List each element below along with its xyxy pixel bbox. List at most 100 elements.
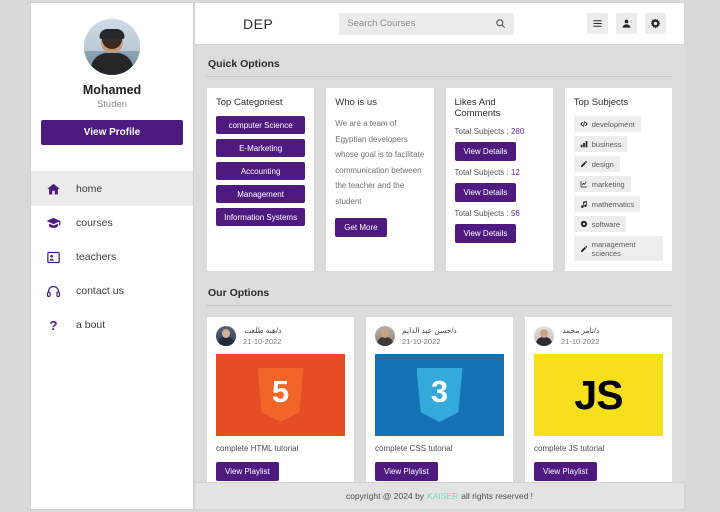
- content-area: Quick Options Top Categoriest computer S…: [194, 45, 685, 482]
- card-title: Who is us: [335, 97, 377, 108]
- card-author-row: د/هبة طلعت 21-10-2022: [216, 326, 345, 346]
- sidebar-item-about[interactable]: ? a bout: [31, 308, 193, 342]
- view-playlist-button[interactable]: View Playlist: [216, 462, 279, 481]
- sidebar-item-label: teachers: [76, 251, 117, 263]
- teacher-board-icon: [45, 249, 62, 266]
- tag-label: development: [591, 119, 635, 129]
- profile-role: Studen: [96, 99, 128, 110]
- profile-name: Mohamed: [82, 83, 142, 97]
- stat-value: 56: [510, 209, 520, 218]
- quick-options-cards: Top Categoriest computer Science E-Marke…: [206, 87, 673, 272]
- likes-and-comments-card: Likes And Comments Total Subjects : 280 …: [444, 87, 554, 272]
- tag-label: business: [591, 139, 622, 149]
- profile-block: Mohamed Studen View Profile: [31, 3, 193, 159]
- sidebar-item-courses[interactable]: courses: [31, 206, 193, 240]
- sidebar-nav: home courses teachers contact us ? a bou…: [31, 171, 193, 342]
- stat-label: Total Subjects :: [454, 168, 511, 177]
- course-title: complete JS tutorial: [534, 444, 605, 453]
- view-playlist-button[interactable]: View Playlist: [534, 462, 597, 481]
- category-button[interactable]: computer Science: [216, 116, 306, 134]
- menu-toggle-button[interactable]: [587, 13, 608, 34]
- subject-tag-management-sciences[interactable]: management sciences: [573, 236, 663, 261]
- view-details-button[interactable]: View Details: [454, 224, 517, 243]
- avatar: [216, 326, 236, 346]
- thumb-label: 3: [430, 374, 449, 409]
- subject-tag-list: development business design marketing ma…: [573, 116, 663, 261]
- sidebar-item-label: a bout: [76, 319, 106, 331]
- html5-logo-icon: 5: [216, 354, 345, 436]
- thumb-label: JS: [574, 371, 623, 418]
- publish-date: 21-10-2022: [243, 337, 282, 346]
- avatar: [84, 19, 140, 75]
- our-options-title: Our Options: [206, 284, 673, 306]
- stat-row: Total Subjects : 56: [455, 209, 544, 218]
- card-author-row: د/تامر محمد 21-10-2022: [534, 326, 663, 346]
- pencil-icon: [580, 245, 588, 253]
- javascript-logo-icon: JS: [534, 354, 663, 436]
- bar-chart-icon: [580, 140, 588, 148]
- subject-tag-mathematics[interactable]: mathematics: [573, 196, 641, 212]
- card-title: Top Subjects: [573, 97, 629, 108]
- sidebar-item-home[interactable]: home: [31, 172, 193, 206]
- quick-options-title: Quick Options: [206, 55, 673, 77]
- view-details-button[interactable]: View Details: [454, 183, 517, 202]
- footer: copyright @ 2024 by KAISER all rights re…: [194, 482, 685, 510]
- card-title: Likes And Comments: [454, 97, 501, 119]
- top-subjects-card: Top Subjects development business design…: [563, 87, 673, 272]
- sidebar-item-contact-us[interactable]: contact us: [31, 274, 193, 308]
- category-button[interactable]: E-Marketing: [216, 139, 306, 157]
- line-chart-icon: [580, 180, 588, 188]
- sidebar-item-teachers[interactable]: teachers: [31, 240, 193, 274]
- profile-button[interactable]: [616, 13, 637, 34]
- header-actions: [587, 13, 666, 34]
- search-input[interactable]: [347, 18, 496, 29]
- top-header: DEP: [194, 2, 685, 45]
- subject-tag-marketing[interactable]: marketing: [573, 176, 631, 192]
- stat-row: Total Subjects : 12: [455, 168, 544, 177]
- code-icon: [579, 120, 588, 128]
- author-name: د/تامر محمد: [562, 326, 600, 335]
- who-is-us-text: We are a team of Egyptian developers who…: [335, 119, 425, 206]
- graduation-cap-icon: [45, 215, 62, 232]
- subject-tag-software[interactable]: software: [573, 216, 627, 232]
- subject-tag-design[interactable]: design: [573, 156, 620, 172]
- view-profile-button[interactable]: View Profile: [41, 120, 183, 145]
- subject-tag-business[interactable]: business: [573, 136, 628, 152]
- category-button[interactable]: Accounting: [216, 162, 306, 180]
- get-more-button[interactable]: Get More: [335, 217, 387, 237]
- option-card-html: د/هبة طلعت 21-10-2022 5 complete HTML tu…: [206, 316, 355, 482]
- stat-label: Total Subjects :: [454, 209, 511, 218]
- category-button[interactable]: Management: [216, 185, 306, 203]
- card-title: Top Categoriest: [216, 97, 283, 108]
- view-playlist-button[interactable]: View Playlist: [375, 462, 438, 481]
- view-details-button[interactable]: View Details: [454, 142, 517, 161]
- app-root: Mohamed Studen View Profile home courses: [0, 0, 720, 512]
- gear-icon: [580, 220, 588, 228]
- subject-tag-development[interactable]: development: [573, 116, 641, 132]
- tag-label: software: [591, 219, 621, 229]
- stat-label: Total Subjects :: [454, 127, 511, 136]
- svg-text:?: ?: [49, 318, 57, 333]
- option-card-js: د/تامر محمد 21-10-2022 JS complete JS tu…: [524, 316, 673, 482]
- css3-logo-icon: 3: [375, 354, 504, 436]
- course-title: complete HTML tutorial: [216, 444, 299, 453]
- app-logo: DEP: [243, 15, 274, 32]
- publish-date: 21-10-2022: [402, 337, 441, 346]
- author-name: د/حسن عبد الدايم: [402, 326, 457, 335]
- search-box[interactable]: [339, 12, 515, 35]
- headset-icon: [45, 283, 62, 300]
- pencil-icon: [580, 160, 588, 168]
- stat-value: 12: [510, 168, 520, 177]
- footer-prefix: copyright @ 2024 by: [345, 491, 425, 501]
- avatar: [375, 326, 395, 346]
- tag-label: mathematics: [591, 199, 635, 209]
- sidebar-item-label: courses: [76, 217, 113, 229]
- category-button[interactable]: Information Systems: [216, 208, 306, 226]
- tag-label: marketing: [591, 179, 625, 189]
- search-icon[interactable]: [495, 18, 506, 29]
- option-card-css: د/حسن عبد الدايم 21-10-2022 3 complete C…: [365, 316, 514, 482]
- music-note-icon: [580, 200, 588, 208]
- tag-label: management sciences: [591, 239, 636, 258]
- settings-button[interactable]: [645, 13, 666, 34]
- who-is-us-card: Who is us We are a team of Egyptian deve…: [325, 87, 435, 272]
